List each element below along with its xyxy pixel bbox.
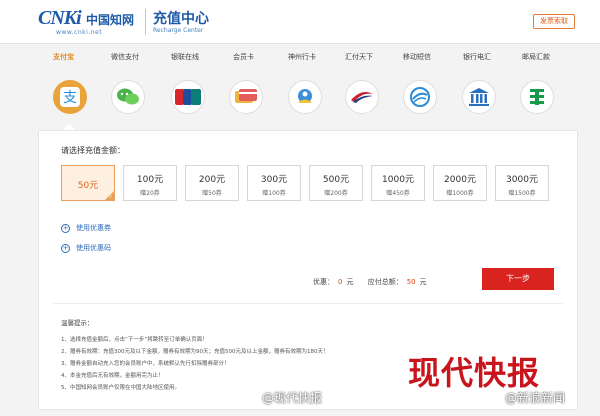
svg-text:支: 支	[63, 90, 77, 106]
use-promo-code-toggle[interactable]: + 使用优惠码	[61, 243, 111, 253]
amount-value: 3000元	[506, 175, 538, 185]
payment-icons: 支	[0, 80, 600, 124]
divider	[53, 303, 563, 304]
amount-value: 100元	[136, 175, 164, 185]
cnki-logo[interactable]: CNKi 中国知网 www.cnki.net	[38, 7, 138, 37]
tab-huifu[interactable]: 汇付天下	[345, 52, 373, 62]
order-summary: 优惠： 0 元 应付总额： 50 元	[313, 277, 427, 287]
watermark-weibo-xiandaikuaibao: @现代快报	[262, 391, 323, 405]
bank-icon[interactable]	[462, 80, 496, 114]
use-promo-code-label: 使用优惠码	[76, 244, 111, 252]
amount-value: 300元	[260, 175, 288, 185]
watermark-weibo-sina-news: @新浪新闻	[505, 391, 566, 405]
amount-gift: 赠1500券	[508, 190, 536, 197]
tab-member-card[interactable]: 会员卡	[233, 52, 254, 62]
amount-option-2000[interactable]: 2000元 赠1000券	[433, 165, 487, 201]
tab-unionpay-online[interactable]: 银联在线	[171, 52, 199, 62]
huifu-icon[interactable]	[345, 80, 379, 114]
unionpay-icon[interactable]	[171, 80, 205, 114]
amount-value: 50元	[77, 181, 99, 191]
amount-gift: 赠20券	[140, 190, 160, 197]
china-mobile-icon[interactable]	[403, 80, 437, 114]
amount-option-3000[interactable]: 3000元 赠1500券	[495, 165, 549, 201]
tip-item: 1、选择充值金额后，点击“下一步”将跳转至订单确认页面！	[61, 337, 208, 343]
amount-gift: 赠450券	[386, 190, 410, 197]
amount-value: 2000元	[444, 175, 476, 185]
amount-gift: 赠1000券	[446, 190, 474, 197]
tab-post-office-remittance[interactable]: 邮局汇款	[522, 52, 550, 62]
amount-gift: 赠50券	[202, 190, 222, 197]
amount-option-100[interactable]: 100元 赠20券	[123, 165, 177, 201]
plus-icon: +	[61, 243, 70, 253]
tips-title: 温馨提示：	[61, 319, 94, 327]
logo-chinese-name: 中国知网	[86, 13, 135, 27]
discount-value: 0	[338, 278, 343, 286]
amount-option-300[interactable]: 300元 赠100券	[247, 165, 301, 201]
shenzhouxing-icon[interactable]	[288, 80, 322, 114]
check-icon: ✓	[108, 194, 113, 200]
total-unit: 元	[419, 278, 427, 286]
amount-value: 500元	[322, 175, 350, 185]
amount-option-50[interactable]: 50元 ✓	[61, 165, 115, 201]
tab-bank-transfer[interactable]: 银行电汇	[463, 52, 491, 62]
amount-gift: 赠100券	[262, 190, 286, 197]
total-value: 50	[406, 278, 416, 286]
header: CNKi 中国知网 www.cnki.net 充值中心 Recharge Cen…	[0, 0, 600, 44]
amount-option-500[interactable]: 500元 赠200券	[309, 165, 363, 201]
alipay-icon[interactable]: 支	[53, 80, 87, 114]
member-card-icon[interactable]	[229, 80, 263, 114]
plus-icon: +	[61, 223, 70, 233]
tab-shenzhouxing-card[interactable]: 神州行卡	[288, 52, 316, 62]
discount-unit: 元	[346, 278, 354, 286]
select-amount-label: 请选择充值金额：	[61, 146, 125, 155]
wechat-icon[interactable]	[111, 80, 145, 114]
discount-label: 优惠：	[313, 278, 334, 286]
amount-value: 200元	[198, 175, 226, 185]
next-step-button[interactable]: 下一步	[482, 268, 554, 290]
tab-mobile-sms[interactable]: 移动短信	[403, 52, 431, 62]
watermark-xiandaikuaibao: 现代快报	[408, 354, 541, 392]
page-subtitle: Recharge Center	[153, 27, 204, 34]
tab-wechat-pay[interactable]: 微信支付	[111, 52, 139, 62]
tab-alipay[interactable]: 支付宝	[53, 52, 74, 62]
use-coupon-toggle[interactable]: + 使用优惠券	[61, 223, 111, 233]
logo-url: www.cnki.net	[56, 29, 103, 36]
post-office-icon[interactable]	[520, 80, 554, 114]
total-label: 应付总额：	[367, 278, 403, 286]
amount-gift: 赠200券	[324, 190, 348, 197]
invoice-request-button[interactable]: 发票索取	[533, 14, 575, 29]
payment-tabs: 支付宝 微信支付 银联在线 会员卡 神州行卡 汇付天下 移动短信 银行电汇 邮局…	[38, 52, 578, 68]
header-divider	[145, 9, 146, 35]
amount-value: 1000元	[382, 175, 414, 185]
amount-option-1000[interactable]: 1000元 赠450券	[371, 165, 425, 201]
logo-mark: CNKi	[38, 7, 82, 29]
page-title: 充值中心	[153, 11, 209, 27]
use-coupon-label: 使用优惠券	[76, 224, 111, 232]
amount-option-200[interactable]: 200元 赠50券	[185, 165, 239, 201]
